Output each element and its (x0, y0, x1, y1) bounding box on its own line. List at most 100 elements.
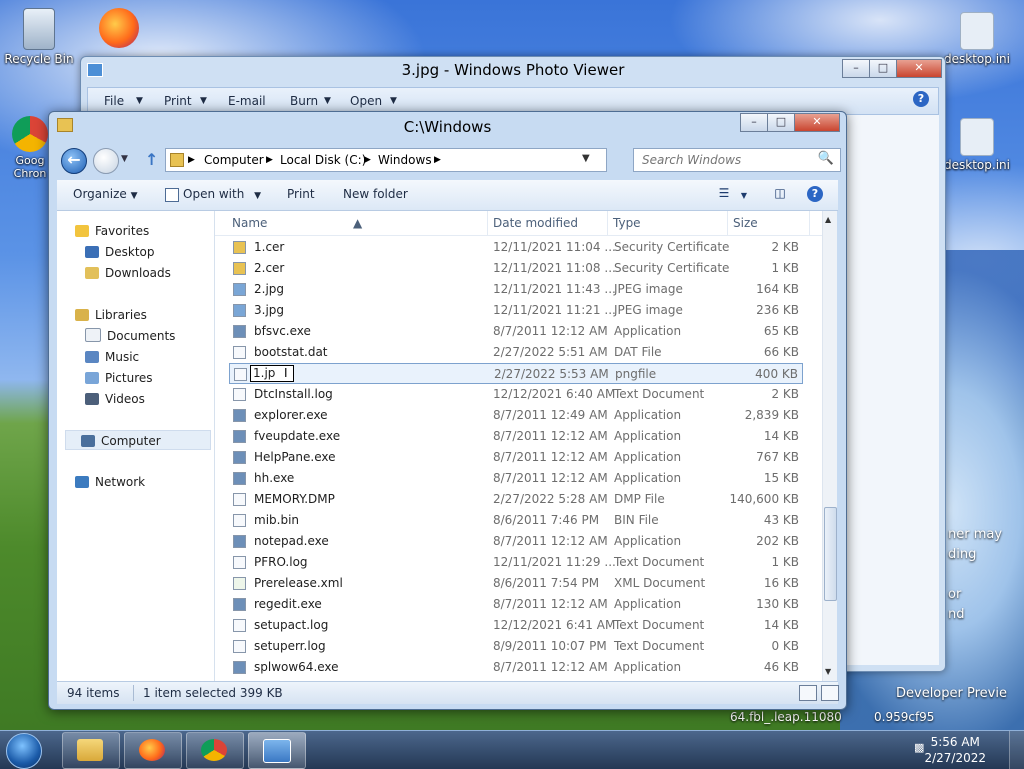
scroll-down-arrow-icon[interactable]: ▼ (825, 667, 831, 676)
recycle-bin-desktop-icon[interactable]: Recycle Bin (2, 8, 76, 66)
file-row[interactable]: setupact.log 12/12/2021 6:41 AM Text Docum… (229, 615, 803, 636)
file-row[interactable]: HelpPane.exe 8/7/2011 12:12 AM Application… (229, 447, 803, 468)
column-date-modified[interactable]: Date modified (493, 216, 578, 230)
nav-favorites[interactable]: Favorites (75, 221, 149, 241)
nav-desktop[interactable]: Desktop (85, 242, 155, 262)
scroll-up-arrow-icon[interactable]: ▲ (825, 215, 831, 224)
file-row[interactable]: 1.jp I 2/27/2022 5:53 AM pngfile 400 KB (229, 363, 803, 384)
nav-computer[interactable]: Computer (65, 430, 211, 450)
file-row[interactable]: splwow64.exe 8/7/2011 12:12 AM Application… (229, 657, 803, 678)
help-icon[interactable]: ? (913, 91, 929, 107)
chevron-right-icon[interactable]: ▶ (364, 155, 371, 165)
show-desktop-button[interactable] (1009, 731, 1024, 769)
nav-music[interactable]: Music (85, 347, 139, 367)
file-row[interactable]: fveupdate.exe 8/7/2011 12:12 AM Applicatio… (229, 426, 803, 447)
close-button[interactable]: ✕ (896, 59, 942, 78)
firefox-desktop-shortcut[interactable] (82, 8, 156, 50)
column-name[interactable]: Name (232, 216, 267, 230)
organize-button[interactable]: Organize ▼ (73, 187, 138, 201)
new-folder-button[interactable]: New folder (343, 187, 408, 201)
minimize-button[interactable]: – (842, 59, 870, 78)
search-box[interactable]: 🔍 (633, 148, 841, 172)
file-row[interactable]: notepad.exe 8/7/2011 12:12 AM Application 2… (229, 531, 803, 552)
file-row[interactable]: MEMORY.DMP 2/27/2022 5:28 AM DMP File 140,6… (229, 489, 803, 510)
nav-pictures[interactable]: Pictures (85, 368, 153, 388)
file-row[interactable]: explorer.exe 8/7/2011 12:49 AM Application… (229, 405, 803, 426)
system-clock[interactable]: 5:56 AM 2/27/2022 (924, 734, 986, 766)
menu-burn[interactable]: Burn (290, 94, 318, 108)
minimize-button[interactable]: – (740, 113, 768, 132)
vertical-scrollbar[interactable]: ▲ ▼ (822, 211, 837, 681)
chevron-right-icon[interactable]: ▶ (188, 155, 195, 165)
taskbar-explorer-button[interactable] (62, 732, 120, 769)
file-row[interactable]: 2.jpg 12/11/2021 11:43 ... JPEG image 164 K… (229, 279, 803, 300)
large-icons-view-icon[interactable] (821, 685, 839, 701)
help-icon[interactable]: ? (807, 186, 823, 202)
open-with-button[interactable]: Open with ▼ (183, 187, 261, 201)
file-row[interactable]: bfsvc.exe 8/7/2011 12:12 AM Application 65 … (229, 321, 803, 342)
column-type[interactable]: Type (613, 216, 641, 230)
address-dropdown-icon[interactable]: ▼ (582, 153, 590, 164)
menu-print[interactable]: Print (164, 94, 192, 108)
file-row[interactable]: DtcInstall.log 12/12/2021 6:40 AM Text Doc… (229, 384, 803, 405)
search-input[interactable] (640, 152, 814, 168)
close-button[interactable]: ✕ (794, 113, 840, 132)
taskbar-chrome-button[interactable] (186, 732, 244, 769)
file-row[interactable]: hh.exe 8/7/2011 12:12 AM Application 15 KB (229, 468, 803, 489)
taskbar-firefox-button[interactable] (124, 732, 182, 769)
breadcrumb-computer[interactable]: Computer (204, 153, 264, 167)
breadcrumb-local-disk[interactable]: Local Disk (C:) (280, 153, 366, 167)
chevron-right-icon[interactable]: ▶ (434, 155, 441, 165)
file-row[interactable]: 1.cer 12/11/2021 11:04 ... Security Certif… (229, 237, 803, 258)
chevron-right-icon[interactable]: ▶ (266, 155, 273, 165)
column-divider[interactable] (727, 211, 728, 235)
menu-email[interactable]: E-mail (228, 94, 266, 108)
file-row[interactable]: PFRO.log 12/11/2021 11:29 ... Text Documen… (229, 552, 803, 573)
menu-open[interactable]: Open (350, 94, 382, 108)
chevron-down-icon[interactable]: ▼ (735, 191, 753, 209)
column-size[interactable]: Size (733, 216, 758, 230)
column-divider[interactable] (487, 211, 488, 235)
nav-libraries[interactable]: Libraries (75, 305, 147, 325)
explorer-window[interactable]: C:\Windows – □ ✕ ← ▼ ↑ ▶ Computer ▶ Loca… (48, 111, 847, 710)
details-view-icon[interactable] (799, 685, 817, 701)
chevron-down-icon[interactable]: ▼ (200, 96, 207, 106)
taskbar-photo-viewer-button[interactable] (248, 732, 306, 769)
search-icon[interactable]: 🔍 (818, 151, 834, 166)
file-row[interactable]: Prerelease.xml 8/6/2011 7:54 PM XML Docume… (229, 573, 803, 594)
file-row[interactable]: 3.jpg 12/11/2021 11:21 ... JPEG image 236 K… (229, 300, 803, 321)
file-name: 2.jpg (254, 282, 285, 296)
file-row[interactable]: setuperr.log 8/9/2011 10:07 PM Text Docume… (229, 636, 803, 657)
forward-arrow-icon[interactable] (93, 148, 119, 174)
change-view-icon[interactable]: ☰ (715, 186, 733, 204)
column-divider[interactable] (809, 211, 810, 235)
breadcrumb-windows[interactable]: Windows (378, 153, 432, 167)
nav-documents[interactable]: Documents (85, 326, 175, 346)
chevron-down-icon[interactable]: ▼ (390, 96, 397, 106)
chevron-down-icon[interactable]: ▼ (324, 96, 331, 106)
scrollbar-thumb[interactable] (824, 507, 837, 601)
file-row[interactable]: 2.cer 12/11/2021 11:08 ... Security Certif… (229, 258, 803, 279)
chevron-down-icon[interactable]: ▼ (136, 96, 143, 106)
file-row[interactable]: bootstat.dat 2/27/2022 5:51 AM DAT File 66 … (229, 342, 803, 363)
preview-pane-icon[interactable]: ◫ (771, 186, 789, 204)
up-arrow-icon[interactable]: ↑ (145, 150, 158, 169)
maximize-button[interactable]: □ (767, 113, 795, 132)
nav-downloads[interactable]: Downloads (85, 263, 171, 283)
start-button-windows-icon[interactable] (6, 733, 42, 769)
back-arrow-icon[interactable]: ← (61, 148, 87, 174)
column-divider[interactable] (607, 211, 608, 235)
maximize-button[interactable]: □ (869, 59, 897, 78)
file-row[interactable]: regedit.exe 8/7/2011 12:12 AM Application 1… (229, 594, 803, 615)
file-size: 2 KB (771, 240, 799, 254)
address-bar[interactable]: ▶ Computer ▶ Local Disk (C:) ▶ Windows ▶… (165, 148, 607, 172)
nav-videos[interactable]: Videos (85, 389, 145, 409)
menu-file[interactable]: File (104, 94, 124, 108)
sort-ascending-icon: ▲ (353, 216, 363, 230)
history-chevron-down-icon[interactable]: ▼ (121, 154, 128, 164)
desktop-ini-file-1[interactable]: desktop.ini (940, 12, 1014, 66)
print-button[interactable]: Print (287, 187, 315, 201)
desktop-ini-file-2[interactable]: desktop.ini (940, 118, 1014, 172)
file-row[interactable]: mib.bin 8/6/2011 7:46 PM BIN File 43 KB (229, 510, 803, 531)
nav-network[interactable]: Network (75, 472, 145, 492)
